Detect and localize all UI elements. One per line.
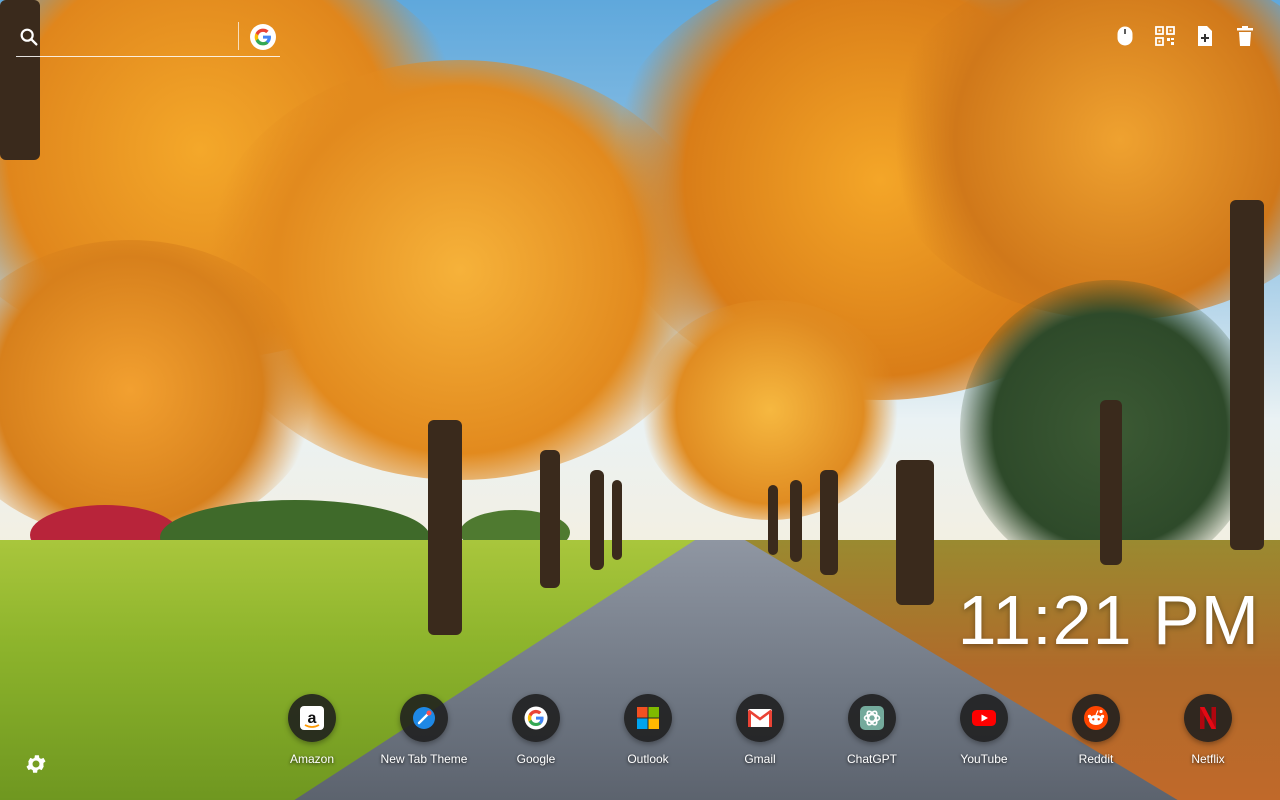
outlook-icon[interactable] [624, 694, 672, 742]
youtube-icon[interactable] [960, 694, 1008, 742]
trash-icon[interactable] [1234, 24, 1256, 48]
shortcut-chatgpt[interactable]: ChatGPT [816, 694, 928, 766]
new-tab-theme-icon[interactable] [400, 694, 448, 742]
shortcut-label: Netflix [1191, 752, 1225, 766]
mouse-icon[interactable] [1114, 24, 1136, 48]
shortcut-label: YouTube [960, 752, 1008, 766]
shortcut-outlook[interactable]: Outlook [592, 694, 704, 766]
search-bar[interactable] [16, 22, 280, 57]
shortcut-label: Amazon [289, 752, 335, 766]
add-page-icon[interactable] [1194, 24, 1216, 48]
search-divider [238, 22, 239, 50]
top-toolbar [1114, 24, 1256, 48]
shortcut-reddit[interactable]: Reddit [1040, 694, 1152, 766]
reddit-icon[interactable] [1072, 694, 1120, 742]
shortcut-bar: a Amazon New Tab Theme Google Outlook Gm… [256, 694, 1264, 766]
wallpaper-background [0, 0, 1280, 800]
shortcut-label: New Tab Theme [380, 752, 468, 766]
shortcut-label: Google [516, 752, 556, 766]
shortcut-youtube[interactable]: YouTube [928, 694, 1040, 766]
amazon-icon[interactable]: a [288, 694, 336, 742]
search-icon[interactable] [18, 26, 40, 48]
search-input[interactable] [50, 24, 244, 52]
shortcut-gmail[interactable]: Gmail [704, 694, 816, 766]
shortcut-netflix[interactable]: Netflix [1152, 694, 1264, 766]
google-icon[interactable] [250, 24, 276, 50]
chatgpt-icon[interactable] [848, 694, 896, 742]
qr-code-icon[interactable] [1154, 24, 1176, 48]
shortcut-label: Reddit [1078, 752, 1114, 766]
netflix-icon[interactable] [1184, 694, 1232, 742]
shortcut-label: Gmail [744, 752, 776, 766]
gear-icon[interactable] [24, 752, 48, 776]
svg-text:a: a [308, 710, 317, 727]
gmail-icon[interactable] [736, 694, 784, 742]
clock-time: 11:21 PM [957, 581, 1260, 659]
google-icon[interactable] [512, 694, 560, 742]
shortcut-label: Outlook [627, 752, 669, 766]
shortcut-google[interactable]: Google [480, 694, 592, 766]
shortcut-new-tab-theme[interactable]: New Tab Theme [368, 694, 480, 766]
shortcut-amazon[interactable]: a Amazon [256, 694, 368, 766]
shortcut-label: ChatGPT [846, 752, 897, 766]
